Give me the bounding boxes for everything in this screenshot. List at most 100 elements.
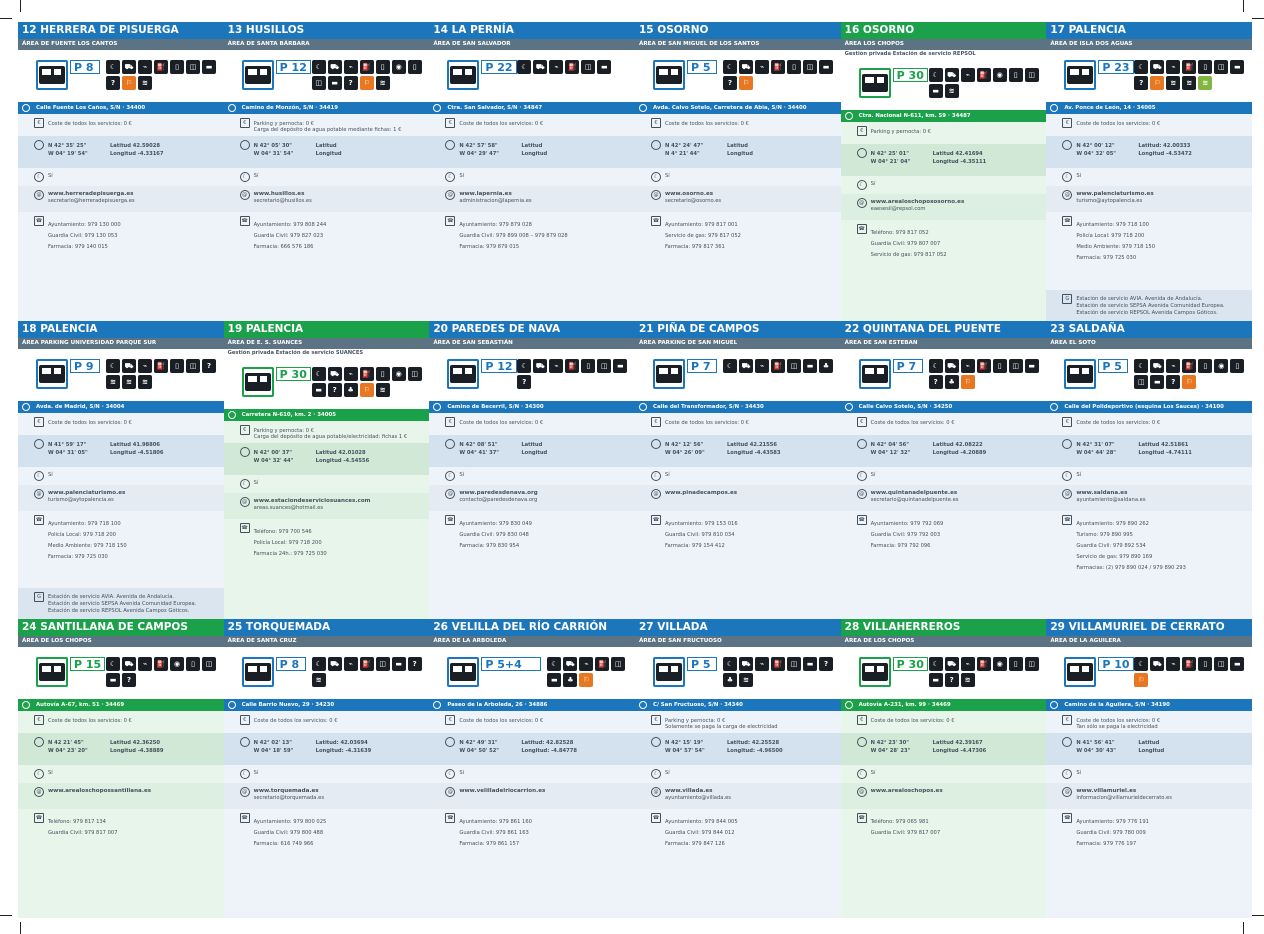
cost-row: € Coste de todos los servicios: 0 € <box>841 413 1047 435</box>
email-link[interactable]: turismo@aytopalencia.es <box>1076 198 1252 205</box>
website-link[interactable]: www.palenciaturismo.es <box>48 490 224 497</box>
service-icon: ◫ <box>611 657 626 672</box>
compass-icon <box>1062 438 1073 449</box>
service-icon: ⚐ <box>359 382 374 397</box>
email-link[interactable]: secretario@herreradepisuerga.es <box>48 198 224 205</box>
service-icon: ♣ <box>723 673 737 688</box>
website-link[interactable]: www.paredesdenava.org <box>459 490 635 497</box>
parking-places: P 23 <box>1098 60 1134 74</box>
longitude: Longitud -4.54556 <box>315 457 370 464</box>
services-bar: P 5 ☾ ⛟ ⌁ ⛽ ◫ ▬? ♣ ≋ <box>635 647 841 699</box>
location-pin-icon <box>844 112 853 120</box>
services-bar: P 12 ☾ ⛟ ⌁ ⛽ ▯ ◫ ▬? <box>429 349 635 401</box>
website-link[interactable]: www.husillos.es <box>254 191 430 198</box>
email-link[interactable]: secretario@quintanadelpuente.es <box>871 497 1047 504</box>
longitude: Longitud: -4.31639 <box>315 748 372 755</box>
glp-line: Estación de servicio AVIA. Avenida de An… <box>1076 295 1203 302</box>
euro-icon: € <box>1062 118 1073 128</box>
telephone-icon: ☎ <box>239 216 250 226</box>
cost-line: Carga del depósito de agua potable media… <box>253 127 402 133</box>
service-icon: ? <box>202 358 216 373</box>
parking-places: P 5 <box>1098 358 1129 373</box>
website-link[interactable]: www.arealoschopos.es <box>871 788 1047 795</box>
cost-row: € Coste de todos los servicios: 0 € Tan só… <box>1046 711 1252 733</box>
website-link[interactable]: www.villada.es <box>665 788 841 795</box>
telephone-icon: ☎ <box>1062 514 1073 525</box>
email-link[interactable]: administracion@lapernia.es <box>459 198 635 205</box>
camper-van-icon <box>858 68 891 98</box>
website-link[interactable]: www.saldana.es <box>1076 490 1252 497</box>
email-link[interactable]: turismo@aytopalencia.es <box>48 497 224 504</box>
cost-row: € Coste de todos los servicios: 0 € <box>18 413 224 435</box>
camper-van-icon <box>447 358 480 389</box>
email-link[interactable]: contacto@paredesdenava.org <box>459 497 635 504</box>
longitude: Longitud <box>521 151 548 157</box>
website-link[interactable]: www.arealoschopososorno.es <box>871 199 1047 206</box>
tel-line: Guardia Civil: 979 792 003 <box>870 531 941 538</box>
gps-north: N 41° 56' 41" <box>1076 740 1115 747</box>
email-link[interactable]: ayuntamiento@villada.es <box>665 795 841 802</box>
camper-van-icon <box>1064 657 1097 688</box>
email-link[interactable]: eaesesil@repsol.com <box>871 206 1047 213</box>
email-link[interactable]: secretario@osorno.es <box>665 198 841 205</box>
website-link[interactable]: www.villamuriel.es <box>1076 788 1252 795</box>
web-row: @ www.arealoschopososorno.es eaesesil@re… <box>840 194 1047 220</box>
email-link[interactable]: secretario@torquemada.es <box>254 795 430 802</box>
latitude: Latitud: 42.25528 <box>727 740 780 747</box>
longitude: Longitud -4.74111 <box>1138 449 1192 456</box>
email-link[interactable]: ayuntamiento@saldana.es <box>1076 497 1252 504</box>
longitude: Longitud -4.20889 <box>932 449 987 456</box>
gps-row: N 42° 15' 19" Latitud: 42.25528 W 04° 57'… <box>635 733 841 766</box>
latitude: Latitud 42.39167 <box>932 740 983 747</box>
services-bar: P 30 ☾ ⛟ ⌁ ⛽ ▯ ◉ ◫ ▬? ♣ ⚐ ≋ <box>224 357 430 409</box>
gps-west: W 04° 32' 44" <box>253 457 294 464</box>
card-title: 15 OSORNO <box>635 22 841 39</box>
service-icon: ◫ <box>311 76 326 90</box>
website-link[interactable]: www.torquemada.es <box>254 788 430 795</box>
latitude: Latitud: 42.82528 <box>521 740 574 747</box>
latitude: Latitud <box>1138 740 1160 747</box>
website-link[interactable]: www.osorno.es <box>665 191 841 198</box>
service-icons: ☾ ⛟ ⌁ ⛽ ▯ ◉ ▯ ◫ ▬? ⚐ <box>1134 358 1248 389</box>
at-sign-icon: @ <box>651 488 661 499</box>
address-text: Calle Calvo Sotelo, S/N · 34250 <box>858 403 953 410</box>
open-all-year-row: ☾ Sí <box>1046 168 1252 186</box>
email-link[interactable]: informacion@villamurieldecerrato.es <box>1076 795 1252 802</box>
open-all-year-row: ☾ Sí <box>429 168 635 186</box>
service-icon: ⛽ <box>565 358 580 373</box>
area-card: 29 VILLAMURIEL DE CERRATO ÁREA DE LA AGU… <box>1046 619 1252 918</box>
phones-row: ☎ Ayuntamiento: 979 718 100 Policía Local:… <box>1046 212 1252 290</box>
service-icon: ⛟ <box>122 657 136 672</box>
at-sign-icon: @ <box>445 190 456 200</box>
service-icon: ⚐ <box>1150 76 1165 90</box>
longitude: Longitud <box>1138 748 1165 755</box>
service-icon: ⛟ <box>327 657 342 672</box>
gps-north: N 42° 57' 58" <box>459 143 498 149</box>
email-link[interactable]: areas.suances@hotmail.es <box>254 505 430 512</box>
email-link[interactable]: secretario@husillos.es <box>254 198 430 205</box>
tel-line: Guardia Civil: 979 817 007 <box>48 830 118 837</box>
website-link[interactable]: www.arealoschopossantillana.es <box>48 788 224 795</box>
website-link[interactable]: www.herreradepisuerga.es <box>48 191 224 198</box>
website-link[interactable]: www.pinadecampos.es <box>665 490 841 497</box>
camper-van-icon <box>447 657 480 688</box>
services-bar: P 12 ☾ ⛟ ⌁ ⛽ ▯ ◉ ▯ ◫ ▬? ⚐ ≋ <box>224 50 430 102</box>
tel-line: Guardia Civil: 979 892 534 <box>1076 542 1146 549</box>
camper-van-icon <box>1064 358 1097 389</box>
website-link[interactable]: www.lapernia.es <box>459 191 635 198</box>
website-link[interactable]: www.estaciondeserviciosuances.com <box>254 498 430 505</box>
service-icon: ◫ <box>1008 358 1023 373</box>
service-icon: ? <box>944 673 959 688</box>
service-icon: ▬ <box>613 358 628 373</box>
card-area-name: ÁREA DE LA ARBOLEDA <box>429 636 635 648</box>
service-icon: ⛽ <box>1182 657 1197 672</box>
service-icon: ⌁ <box>960 68 975 82</box>
website-link[interactable]: www.palenciaturismo.es <box>1076 191 1252 198</box>
location-pin-icon <box>1050 104 1059 112</box>
card-address: Ctra. Nacional N-611, km. 59 · 34487 <box>840 110 1047 122</box>
website-link[interactable]: www.velilladelriocarrion.es <box>459 788 635 795</box>
website-link[interactable]: www.quintanadelpuente.es <box>871 490 1047 497</box>
cost-row: € Coste de todos los servicios: 0 € <box>635 413 841 435</box>
service-icon: ≋ <box>1166 76 1181 90</box>
service-icon: ⛽ <box>154 358 168 373</box>
